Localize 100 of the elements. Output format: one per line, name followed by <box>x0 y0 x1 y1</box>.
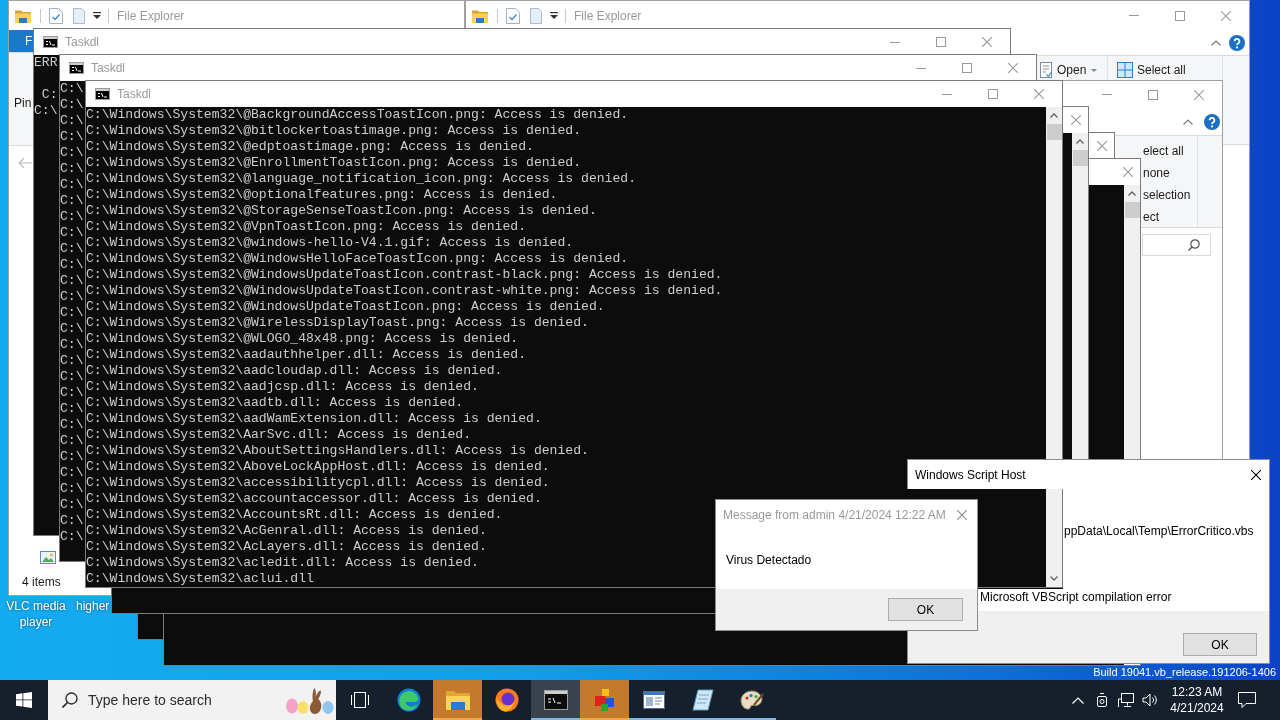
minimize-icon <box>1102 94 1112 95</box>
console-line: C:\ <box>60 433 84 449</box>
console-line: C:\Windows\System32\@WindowsUpdateToastIcon.png: Access is denied. <box>86 299 605 315</box>
console-line: C:\Windows\System32\@bitlockertoastimage.png: Access is denied. <box>86 123 582 139</box>
console-line: C:\ <box>60 449 84 465</box>
ribbon-button[interactable]: ect <box>1143 206 1159 228</box>
console-icon <box>69 62 84 74</box>
device-icon[interactable] <box>1095 693 1109 707</box>
console-line: C:\ <box>60 305 84 321</box>
ribbon-button[interactable]: elect all <box>1143 140 1184 162</box>
console-line: C:\ <box>60 129 84 145</box>
folder-icon <box>472 8 488 23</box>
console-line: C:\Windows\System32\@language_notification_icon.png: Access is denied. <box>86 171 637 187</box>
speaker-icon[interactable] <box>1142 693 1158 707</box>
console-line: C:\ <box>60 513 84 529</box>
console-line: C:\Windows\System32\AcGenral.dll: Access is denied. <box>86 523 487 539</box>
console-line: C:\ <box>60 257 84 273</box>
document-check-icon[interactable] <box>49 7 63 24</box>
ribbon-dropdown-button[interactable]: Open <box>1037 60 1101 80</box>
minimize-icon <box>916 67 926 69</box>
dialog-button[interactable]: OK <box>1183 633 1257 656</box>
console-line: C:\ <box>60 353 84 369</box>
window-title: Taskdl <box>117 87 151 101</box>
console-line: C:\Windows\System32\@WindowsHelloFaceToastIcon.png: Access is denied. <box>86 251 629 267</box>
console-line: C:\ <box>34 103 58 119</box>
console-line: C:\ <box>60 177 84 193</box>
taskbar-app-button[interactable] <box>531 680 580 720</box>
dialog-message: Virus Detectado <box>726 553 812 567</box>
console-line: C:\Windows\System32\@edptoastimage.png: Access is denied. <box>86 139 534 155</box>
grid-icon <box>1117 62 1133 78</box>
console-line: C:\Windows\System32\@optionalfeatures.png: Access is denied. <box>86 187 558 203</box>
date-text: 4/21/2024 <box>1170 700 1224 716</box>
console-line: C: <box>40 87 58 103</box>
console-line: C:\Windows\System32\AarSvc.dll: Access is denied. <box>86 427 472 443</box>
minimize-icon <box>890 41 900 43</box>
console-line: C:\Windows\System32\acledit.dll: Access is denied. <box>86 555 479 571</box>
dropdown-arrow-icon[interactable] <box>550 12 558 19</box>
maximize-icon <box>936 37 946 47</box>
folder-icon <box>15 8 31 23</box>
console-line: C:\ <box>60 385 84 401</box>
dropdown-arrow-icon[interactable] <box>93 12 101 19</box>
window-icon <box>642 691 665 709</box>
console-line: C:\ <box>60 369 84 385</box>
console-line: C:\ <box>60 241 84 257</box>
console-line: ERR <box>34 55 58 71</box>
help-icon[interactable] <box>1204 113 1220 130</box>
search-icon <box>62 692 78 708</box>
console-icon <box>95 88 110 100</box>
ribbon-button[interactable]: none <box>1143 162 1170 184</box>
search-field[interactable] <box>1142 234 1211 256</box>
console-line: C:\Windows\System32\aadWamExtension.dll: Access is denied. <box>86 411 542 427</box>
ribbon-button[interactable]: Select all <box>1114 60 1189 80</box>
ribbon-button[interactable]: Pin <box>14 96 32 110</box>
console-line: C:\Windows\System32\@WLOGO_48x48.png: Access is denied. <box>86 331 519 347</box>
console-line: C:\ <box>60 481 84 497</box>
window-title: File Explorer <box>574 8 642 23</box>
file-tab[interactable]: F <box>9 30 33 52</box>
document-check-icon[interactable] <box>506 7 520 24</box>
network-icon[interactable] <box>1118 693 1134 707</box>
console-line: C:\Windows\System32\AboutSettingsHandlers.dll: Access is denied. <box>86 443 589 459</box>
dialog-button[interactable]: OK <box>888 598 963 621</box>
help-icon[interactable] <box>1229 34 1245 51</box>
image-file-icon[interactable] <box>40 551 56 564</box>
dialog-text: Microsoft VBScript compilation error <box>980 590 1172 604</box>
console-line: C:\Windows\System32\accessibilitycpl.dll: Access is denied. <box>86 475 550 491</box>
browser-icon <box>494 688 519 712</box>
search-icon <box>1188 239 1200 251</box>
notepad-icon <box>691 689 714 711</box>
console-line: C:\Windows\System32\AccountsRt.dll: Access is denied. <box>86 507 503 523</box>
scrollbar[interactable] <box>1046 107 1062 587</box>
windows-logo-icon <box>16 692 32 708</box>
scrollbar-thumb[interactable] <box>1046 124 1062 140</box>
console-line: C:\Windows\System32\@WirelessDisplayToast.png: Access is denied. <box>86 315 589 331</box>
easter-eggs-icon <box>284 686 334 714</box>
scrollbar[interactable] <box>1072 133 1088 459</box>
scrollbar-thumb[interactable] <box>1124 202 1140 218</box>
console-line: C:\ <box>60 337 84 353</box>
status-text: 4 items <box>22 575 61 589</box>
browser-icon <box>396 688 421 712</box>
maximize-icon <box>988 89 998 99</box>
build-info-text: Build 19041.vb_release.191206-1406 <box>1093 666 1276 679</box>
console-line: C:\ <box>60 417 84 433</box>
maximize-icon <box>962 63 972 73</box>
console-line: C:\Windows\System32\@windows-hello-V4.1.gif: Access is denied. <box>86 235 574 251</box>
search-field[interactable]: Type here to search <box>48 680 336 720</box>
console-line: C:\Windows\System32\AcLayers.dll: Access is denied. <box>86 539 487 555</box>
task-view-icon <box>351 692 369 708</box>
dialog-text: ppData\Local\Temp\ErrorCritico.vbs <box>1064 524 1254 538</box>
scrollbar[interactable] <box>1124 185 1140 459</box>
console-line: C:\Windows\System32\aadauthhelper.dll: Access is denied. <box>86 347 527 363</box>
console-line: C:\ <box>60 273 84 289</box>
ribbon-button[interactable]: selection <box>1143 184 1191 206</box>
console-line: C:\Windows\System32\@BackgroundAccessToastIcon.png: Access is denied. <box>86 107 629 123</box>
console-line: C:\Windows\System32\@VpnToastIcon.png: Access is denied. <box>86 219 527 235</box>
maximize-icon <box>1175 10 1185 21</box>
console-line: C:\ <box>60 97 84 113</box>
window-title: File Explorer <box>117 8 185 23</box>
notification-icon[interactable] <box>1238 692 1256 708</box>
console-line: C:\ <box>60 529 84 545</box>
scrollbar-thumb[interactable] <box>1072 150 1088 166</box>
